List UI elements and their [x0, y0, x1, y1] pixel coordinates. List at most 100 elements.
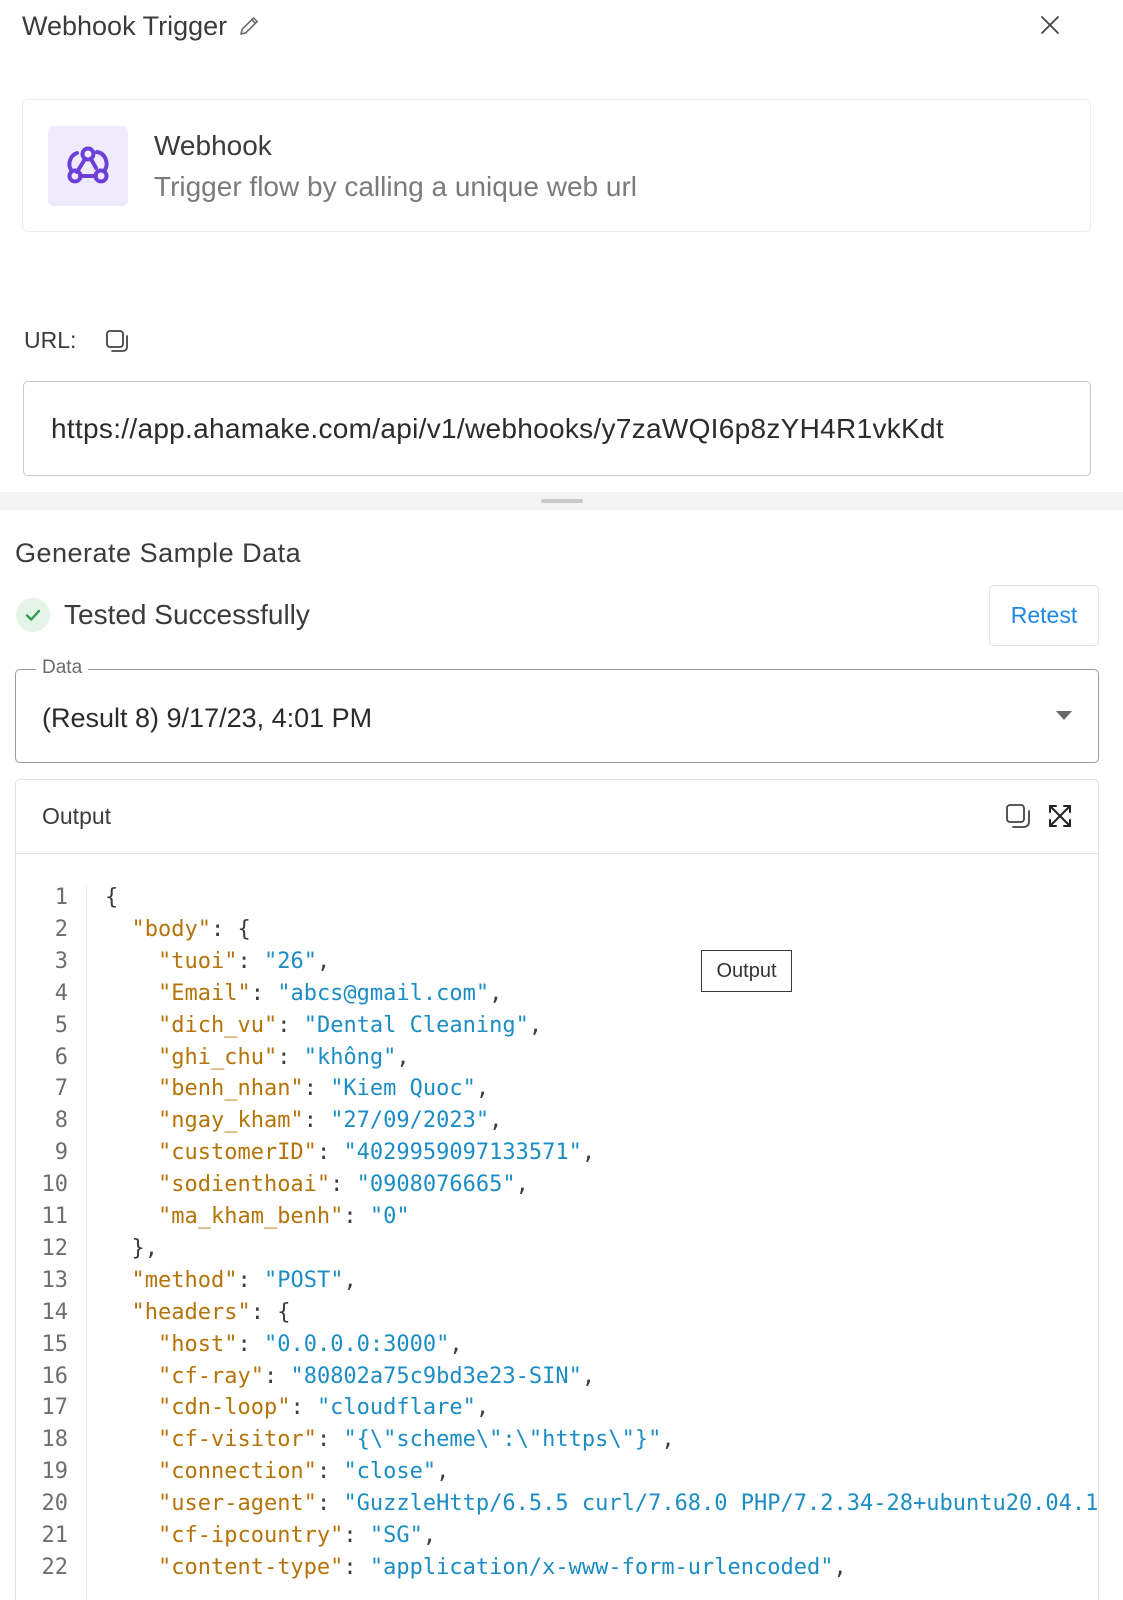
line-number: 5: [54, 1012, 68, 1038]
line-number: 10: [41, 1172, 69, 1198]
json-separator: :: [263, 1363, 291, 1389]
code-line: 21 "cf-ipcountry": "SG",: [16, 1523, 437, 1555]
chevron-down-icon[interactable]: [1056, 711, 1072, 720]
code-line: 10 "sodienthoai": "0908076665",: [16, 1172, 529, 1204]
url-value: https://app.ahamake.com/api/v1/webhooks/…: [51, 412, 944, 444]
panel-header: Webhook Trigger: [22, 8, 261, 44]
json-separator: :: [343, 1554, 370, 1580]
close-button[interactable]: [1035, 10, 1065, 40]
copy-icon[interactable]: [1004, 802, 1032, 830]
json-key: "cdn-loop": [157, 1395, 291, 1421]
code-line: 8 "ngay_kham": "27/09/2023",: [16, 1108, 503, 1140]
json-key: "dich_vu": [157, 1012, 278, 1038]
json-value: "không": [303, 1044, 397, 1070]
code-text: "cdn-loop": "cloudflare",: [105, 1395, 489, 1420]
code-text: "customerID": "4029959097133571",: [105, 1140, 595, 1165]
line-number: 7: [54, 1076, 68, 1102]
json-separator: :: [316, 1427, 344, 1453]
json-value: "abcs@gmail.com": [277, 980, 490, 1006]
status-text: Tested Successfully: [64, 599, 310, 630]
json-punctuation: {: [105, 885, 119, 910]
code-text: "body": {: [105, 917, 251, 942]
json-punctuation: ,: [661, 1427, 675, 1453]
json-separator: :: [343, 1523, 370, 1548]
resize-splitter[interactable]: [0, 492, 1123, 510]
code-text: "tuoi": "26",: [105, 949, 330, 974]
line-number: 14: [41, 1299, 69, 1325]
output-tooltip: Output: [701, 950, 792, 992]
json-punctuation: },: [131, 1235, 159, 1261]
copy-icon[interactable]: [104, 328, 130, 354]
code-line: 17 "cdn-loop": "cloudflare",: [16, 1395, 490, 1427]
json-key: "cf-ray": [157, 1363, 264, 1389]
json-value: "{\"scheme\":\"https\"}": [343, 1427, 662, 1453]
json-separator: :: [237, 1331, 264, 1357]
data-selected-value: (Result 8) 9/17/23, 4:01 PM: [42, 703, 373, 733]
json-separator: :: [303, 1076, 331, 1102]
json-key: "host": [157, 1331, 238, 1357]
output-panel: Output 1{2 "body": {3 "tuoi": "26", 4 "Em…: [15, 779, 1099, 1600]
json-separator: :: [316, 1459, 344, 1485]
line-number: 11: [41, 1204, 69, 1229]
json-key: "Email": [157, 980, 251, 1006]
code-line: 22 "content-type": "application/x-www-fo…: [16, 1555, 847, 1587]
url-field[interactable]: https://app.ahamake.com/api/v1/webhooks/…: [23, 381, 1091, 476]
json-punctuation: ,: [422, 1523, 437, 1548]
code-text: "benh_nhan": "Kiem Quoc",: [105, 1076, 489, 1101]
json-punctuation: {: [277, 1299, 291, 1325]
json-punctuation: {: [237, 916, 251, 942]
expand-icon[interactable]: [1047, 803, 1073, 829]
pencil-icon[interactable]: [237, 14, 261, 38]
code-line: 11 "ma_kham_benh": "0": [16, 1204, 410, 1236]
panel-title: Webhook Trigger: [22, 10, 228, 41]
code-editor[interactable]: 1{2 "body": {3 "tuoi": "26", 4 "Email": "…: [16, 885, 1099, 1600]
json-punctuation: ,: [581, 1140, 596, 1166]
drag-handle[interactable]: [540, 499, 583, 503]
data-label: Data: [36, 657, 89, 679]
json-key: "ma_kham_benh": [157, 1204, 344, 1229]
json-separator: :: [250, 1299, 278, 1325]
json-key: "cf-visitor": [157, 1427, 317, 1453]
code-text: "connection": "close",: [105, 1459, 449, 1484]
code-line: 20 "user-agent": "GuzzleHttp/6.5.5 curl/…: [16, 1491, 1099, 1523]
line-number: 20: [41, 1491, 69, 1517]
retest-button[interactable]: Retest: [989, 585, 1099, 646]
json-punctuation: ,: [343, 1267, 357, 1293]
json-key: "cf-ipcountry": [157, 1523, 344, 1548]
code-text: "cf-ipcountry": "SG",: [105, 1523, 436, 1548]
data-select[interactable]: Data (Result 8) 9/17/23, 4:01 PM: [15, 657, 1099, 763]
code-text: "dich_vu": "Dental Cleaning",: [105, 1013, 542, 1038]
code-line: 18 "cf-visitor": "{\"scheme\":\"https\"}…: [16, 1427, 675, 1459]
json-key: "ngay_kham": [157, 1108, 304, 1134]
json-value: "0.0.0.0:3000": [263, 1331, 450, 1357]
json-key: "sodienthoai": [157, 1172, 331, 1198]
code-text: "method": "POST",: [105, 1268, 357, 1293]
json-punctuation: ,: [489, 1108, 503, 1134]
json-key: "headers": [131, 1299, 251, 1325]
code-line: 15 "host": "0.0.0.0:3000",: [16, 1332, 463, 1364]
json-punctuation: ,: [316, 948, 331, 974]
json-separator: :: [303, 1108, 331, 1134]
code-text: "content-type": "application/x-www-form-…: [105, 1555, 847, 1580]
json-value: "Dental Cleaning": [303, 1012, 529, 1038]
json-value: "80802a75c9bd3e23-SIN": [290, 1363, 582, 1389]
json-punctuation: ,: [581, 1363, 596, 1389]
trigger-description: Trigger flow by calling a unique web url: [154, 171, 637, 202]
code-line: 9 "customerID": "4029959097133571",: [16, 1140, 595, 1172]
json-value: "0": [369, 1204, 410, 1229]
code-line: 5 "dich_vu": "Dental Cleaning",: [16, 1012, 542, 1045]
json-separator: :: [250, 980, 278, 1006]
line-number: 19: [41, 1459, 69, 1485]
json-separator: :: [277, 1044, 304, 1070]
code-line: 3 "tuoi": "26",: [16, 949, 330, 981]
code-line: 7 "benh_nhan": "Kiem Quoc",: [16, 1076, 489, 1108]
